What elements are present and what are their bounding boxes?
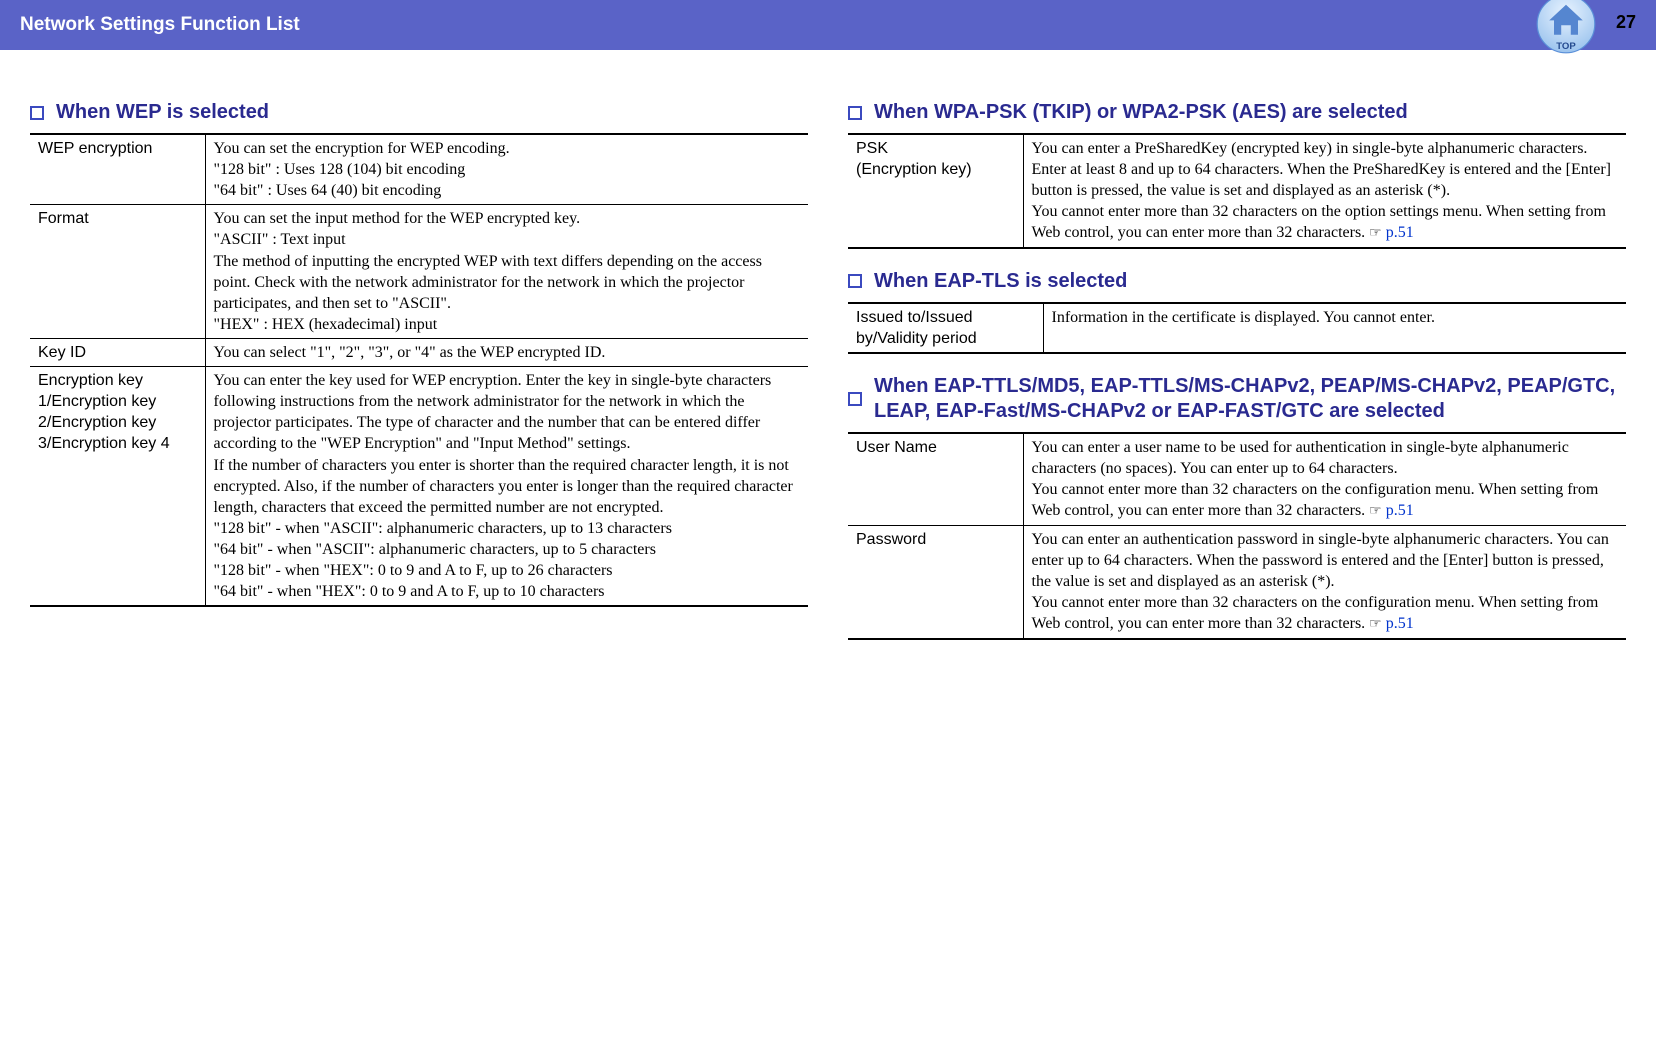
- setting-desc: You can select "1", "2", "3", or "4" as …: [205, 338, 808, 366]
- table-row: PSK (Encryption key) You can enter a Pre…: [848, 134, 1626, 248]
- setting-label: Password: [848, 525, 1023, 638]
- right-column: When WPA-PSK (TKIP) or WPA2-PSK (AES) ar…: [848, 80, 1626, 644]
- section-title: When WEP is selected: [56, 100, 269, 125]
- setting-label: Issued to/Issued by/Validity period: [848, 303, 1043, 353]
- table-row: WEP encryption You can set the encryptio…: [30, 134, 808, 205]
- setting-label: Format: [30, 205, 205, 339]
- setting-label: Key ID: [30, 338, 205, 366]
- setting-desc: You can set the input method for the WEP…: [205, 205, 808, 339]
- table-row: Issued to/Issued by/Validity period Info…: [848, 303, 1626, 353]
- pointer-icon: ☜: [1369, 503, 1382, 521]
- desc-text: You can enter a user name to be used for…: [1032, 439, 1599, 519]
- page-link[interactable]: p.51: [1386, 224, 1414, 241]
- desc-text: You can enter an authentication password…: [1032, 531, 1609, 632]
- top-home-icon[interactable]: TOP: [1536, 0, 1596, 54]
- table-wpa: PSK (Encryption key) You can enter a Pre…: [848, 133, 1626, 249]
- setting-label: PSK (Encryption key): [848, 134, 1023, 248]
- setting-desc: You can enter a PreSharedKey (encrypted …: [1023, 134, 1626, 248]
- section-bullet-icon: [848, 106, 862, 120]
- table-eap-other: User Name You can enter a user name to b…: [848, 432, 1626, 640]
- top-label: TOP: [1556, 41, 1576, 52]
- page-number: 27: [1616, 12, 1636, 33]
- table-row: Key ID You can select "1", "2", "3", or …: [30, 338, 808, 366]
- page-link[interactable]: p.51: [1386, 615, 1414, 632]
- setting-desc: Information in the certificate is displa…: [1043, 303, 1626, 353]
- setting-label: Encryption key 1/Encryption key 2/Encryp…: [30, 367, 205, 607]
- table-wep: WEP encryption You can set the encryptio…: [30, 133, 808, 607]
- section-title: When EAP-TTLS/MD5, EAP-TTLS/MS-CHAPv2, P…: [874, 374, 1626, 424]
- section-head-eap-other: When EAP-TTLS/MD5, EAP-TTLS/MS-CHAPv2, P…: [848, 374, 1626, 424]
- section-bullet-icon: [30, 106, 44, 120]
- desc-text: You can enter a PreSharedKey (encrypted …: [1032, 140, 1611, 241]
- section-title: When WPA-PSK (TKIP) or WPA2-PSK (AES) ar…: [874, 100, 1408, 125]
- page-link[interactable]: p.51: [1386, 502, 1414, 519]
- section-title: When EAP-TLS is selected: [874, 269, 1127, 294]
- setting-desc: You can set the encryption for WEP encod…: [205, 134, 808, 205]
- section-head-wep: When WEP is selected: [30, 100, 808, 125]
- pointer-icon: ☜: [1369, 225, 1382, 243]
- setting-label: WEP encryption: [30, 134, 205, 205]
- page-title: Network Settings Function List: [20, 14, 300, 36]
- section-bullet-icon: [848, 392, 862, 406]
- setting-desc: You can enter an authentication password…: [1023, 525, 1626, 638]
- table-row: User Name You can enter a user name to b…: [848, 433, 1626, 525]
- content-area: When WEP is selected WEP encryption You …: [0, 50, 1656, 664]
- section-head-wpa: When WPA-PSK (TKIP) or WPA2-PSK (AES) ar…: [848, 100, 1626, 125]
- table-row: Password You can enter an authentication…: [848, 525, 1626, 638]
- table-row: Encryption key 1/Encryption key 2/Encryp…: [30, 367, 808, 607]
- left-column: When WEP is selected WEP encryption You …: [30, 80, 808, 644]
- pointer-icon: ☜: [1369, 616, 1382, 634]
- setting-desc: You can enter a user name to be used for…: [1023, 433, 1626, 525]
- setting-desc: You can enter the key used for WEP encry…: [205, 367, 808, 607]
- setting-label: User Name: [848, 433, 1023, 525]
- header-bar: Network Settings Function List TOP 27: [0, 0, 1656, 50]
- table-row: Format You can set the input method for …: [30, 205, 808, 339]
- section-head-eap-tls: When EAP-TLS is selected: [848, 269, 1626, 294]
- table-eap-tls: Issued to/Issued by/Validity period Info…: [848, 302, 1626, 354]
- section-bullet-icon: [848, 274, 862, 288]
